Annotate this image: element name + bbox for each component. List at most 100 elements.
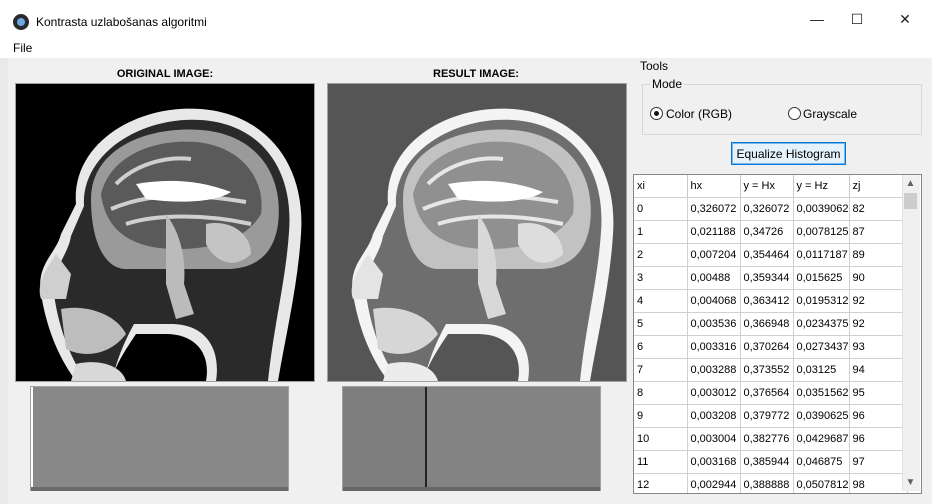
table-cell[interactable]: 94: [849, 358, 908, 382]
table-cell[interactable]: 0,0195312: [793, 289, 850, 313]
table-cell[interactable]: 0,388888: [740, 473, 794, 493]
table-cell[interactable]: 82: [849, 197, 908, 221]
table-cell[interactable]: 0,046875: [793, 450, 850, 474]
table-cell[interactable]: 0,0390625: [793, 404, 850, 428]
scrollbar-thumb[interactable]: [904, 193, 917, 209]
table-cell[interactable]: 9: [634, 404, 688, 428]
table-row[interactable]: 12 0,002944 0,388888 0,0507812 98: [634, 473, 908, 493]
table-row[interactable]: 3 0,00488 0,359344 0,015625 90: [634, 266, 908, 290]
table-cell[interactable]: 96: [849, 404, 908, 428]
table-cell[interactable]: 10: [634, 427, 688, 451]
table-cell[interactable]: 89: [849, 243, 908, 267]
vertical-scrollbar[interactable]: [902, 175, 920, 491]
table-cell[interactable]: 0,0117187: [793, 243, 850, 267]
table-cell[interactable]: 0,382776: [740, 427, 794, 451]
table-cell[interactable]: 0,363412: [740, 289, 794, 313]
table-row[interactable]: 6 0,003316 0,370264 0,0273437 93: [634, 335, 908, 359]
table-row[interactable]: 1 0,021188 0,34726 0,0078125 87: [634, 220, 908, 244]
maximize-button[interactable]: ☐: [834, 0, 880, 38]
table-cell[interactable]: 1: [634, 220, 688, 244]
table-row[interactable]: 10 0,003004 0,382776 0,0429687 96: [634, 427, 908, 451]
table-cell[interactable]: 0,376564: [740, 381, 794, 405]
table-cell[interactable]: 92: [849, 289, 908, 313]
column-header[interactable]: zj: [849, 175, 908, 198]
table-cell[interactable]: 0,002944: [687, 473, 741, 493]
table-cell[interactable]: 0,0507812: [793, 473, 850, 493]
table-cell[interactable]: 0,366948: [740, 312, 794, 336]
table-cell[interactable]: 0,326072: [687, 197, 741, 221]
table-cell[interactable]: 2: [634, 243, 688, 267]
table-cell[interactable]: 95: [849, 381, 908, 405]
table-cell[interactable]: 0,326072: [740, 197, 794, 221]
table-cell[interactable]: 0,003316: [687, 335, 741, 359]
data-table: xi hx y = Hx y = Hz zj 0 0,326072 0,326072 0,00…: [634, 175, 908, 493]
table-cell[interactable]: 0,003288: [687, 358, 741, 382]
table-cell[interactable]: 0,004068: [687, 289, 741, 313]
table-cell[interactable]: 0,0273437: [793, 335, 850, 359]
table-row[interactable]: 7 0,003288 0,373552 0,03125 94: [634, 358, 908, 382]
equalize-histogram-button[interactable]: Equalize Histogram: [731, 142, 846, 165]
table-cell[interactable]: 0,003004: [687, 427, 741, 451]
table-cell[interactable]: 0,007204: [687, 243, 741, 267]
column-header[interactable]: hx: [687, 175, 741, 198]
table-row[interactable]: 4 0,004068 0,363412 0,0195312 92: [634, 289, 908, 313]
table-cell[interactable]: 92: [849, 312, 908, 336]
menu-file[interactable]: File: [13, 41, 32, 55]
column-header[interactable]: y = Hx: [740, 175, 794, 198]
column-header[interactable]: xi: [634, 175, 688, 198]
table-row[interactable]: 2 0,007204 0,354464 0,0117187 89: [634, 243, 908, 267]
table-cell[interactable]: 0,0351562: [793, 381, 850, 405]
histogram-table[interactable]: xi hx y = Hx y = Hz zj 0 0,326072 0,326072 0,00…: [633, 174, 922, 494]
table-row[interactable]: 5 0,003536 0,366948 0,0234375 92: [634, 312, 908, 336]
table-row[interactable]: 8 0,003012 0,376564 0,0351562 95: [634, 381, 908, 405]
table-cell[interactable]: 93: [849, 335, 908, 359]
table-cell[interactable]: 0,021188: [687, 220, 741, 244]
table-cell[interactable]: 0: [634, 197, 688, 221]
table-cell[interactable]: 12: [634, 473, 688, 493]
scroll-down-arrow-icon[interactable]: ▼: [902, 474, 919, 491]
table-cell[interactable]: 0,0039062: [793, 197, 850, 221]
scroll-up-arrow-icon[interactable]: ▲: [902, 175, 919, 192]
table-cell[interactable]: 0,0078125: [793, 220, 850, 244]
table-cell[interactable]: 87: [849, 220, 908, 244]
table-cell[interactable]: 0,385944: [740, 450, 794, 474]
table-cell[interactable]: 98: [849, 473, 908, 493]
close-button[interactable]: ✕: [882, 0, 928, 38]
table-cell[interactable]: 0,015625: [793, 266, 850, 290]
table-cell[interactable]: 0,003012: [687, 381, 741, 405]
table-cell[interactable]: 0,003536: [687, 312, 741, 336]
menu-bar: [0, 38, 932, 58]
table-cell[interactable]: 7: [634, 358, 688, 382]
table-cell[interactable]: 97: [849, 450, 908, 474]
color-rgb-radio[interactable]: [650, 107, 663, 120]
column-header[interactable]: y = Hz: [793, 175, 850, 198]
table-header-row: xi hx y = Hx y = Hz zj: [634, 175, 908, 198]
table-cell[interactable]: 90: [849, 266, 908, 290]
table-cell[interactable]: 0,03125: [793, 358, 850, 382]
table-cell[interactable]: 0,0429687: [793, 427, 850, 451]
table-row[interactable]: 9 0,003208 0,379772 0,0390625 96: [634, 404, 908, 428]
table-cell[interactable]: 96: [849, 427, 908, 451]
table-row[interactable]: 11 0,003168 0,385944 0,046875 97: [634, 450, 908, 474]
grayscale-radio[interactable]: [788, 107, 801, 120]
table-cell[interactable]: 0,354464: [740, 243, 794, 267]
table-row[interactable]: 0 0,326072 0,326072 0,0039062 82: [634, 197, 908, 221]
table-cell[interactable]: 0,003208: [687, 404, 741, 428]
table-cell[interactable]: 0,370264: [740, 335, 794, 359]
table-cell[interactable]: 8: [634, 381, 688, 405]
table-cell[interactable]: 0,003168: [687, 450, 741, 474]
table-cell[interactable]: 5: [634, 312, 688, 336]
original-histogram-plot: [31, 387, 288, 491]
table-cell[interactable]: 4: [634, 289, 688, 313]
table-cell[interactable]: 0,359344: [740, 266, 794, 290]
table-cell[interactable]: 0,379772: [740, 404, 794, 428]
grayscale-label[interactable]: Grayscale: [803, 107, 857, 121]
table-cell[interactable]: 6: [634, 335, 688, 359]
table-cell[interactable]: 0,34726: [740, 220, 794, 244]
table-cell[interactable]: 0,373552: [740, 358, 794, 382]
table-cell[interactable]: 0,0234375: [793, 312, 850, 336]
color-rgb-label[interactable]: Color (RGB): [666, 107, 732, 121]
table-cell[interactable]: 3: [634, 266, 688, 290]
table-cell[interactable]: 0,00488: [687, 266, 741, 290]
table-cell[interactable]: 11: [634, 450, 688, 474]
